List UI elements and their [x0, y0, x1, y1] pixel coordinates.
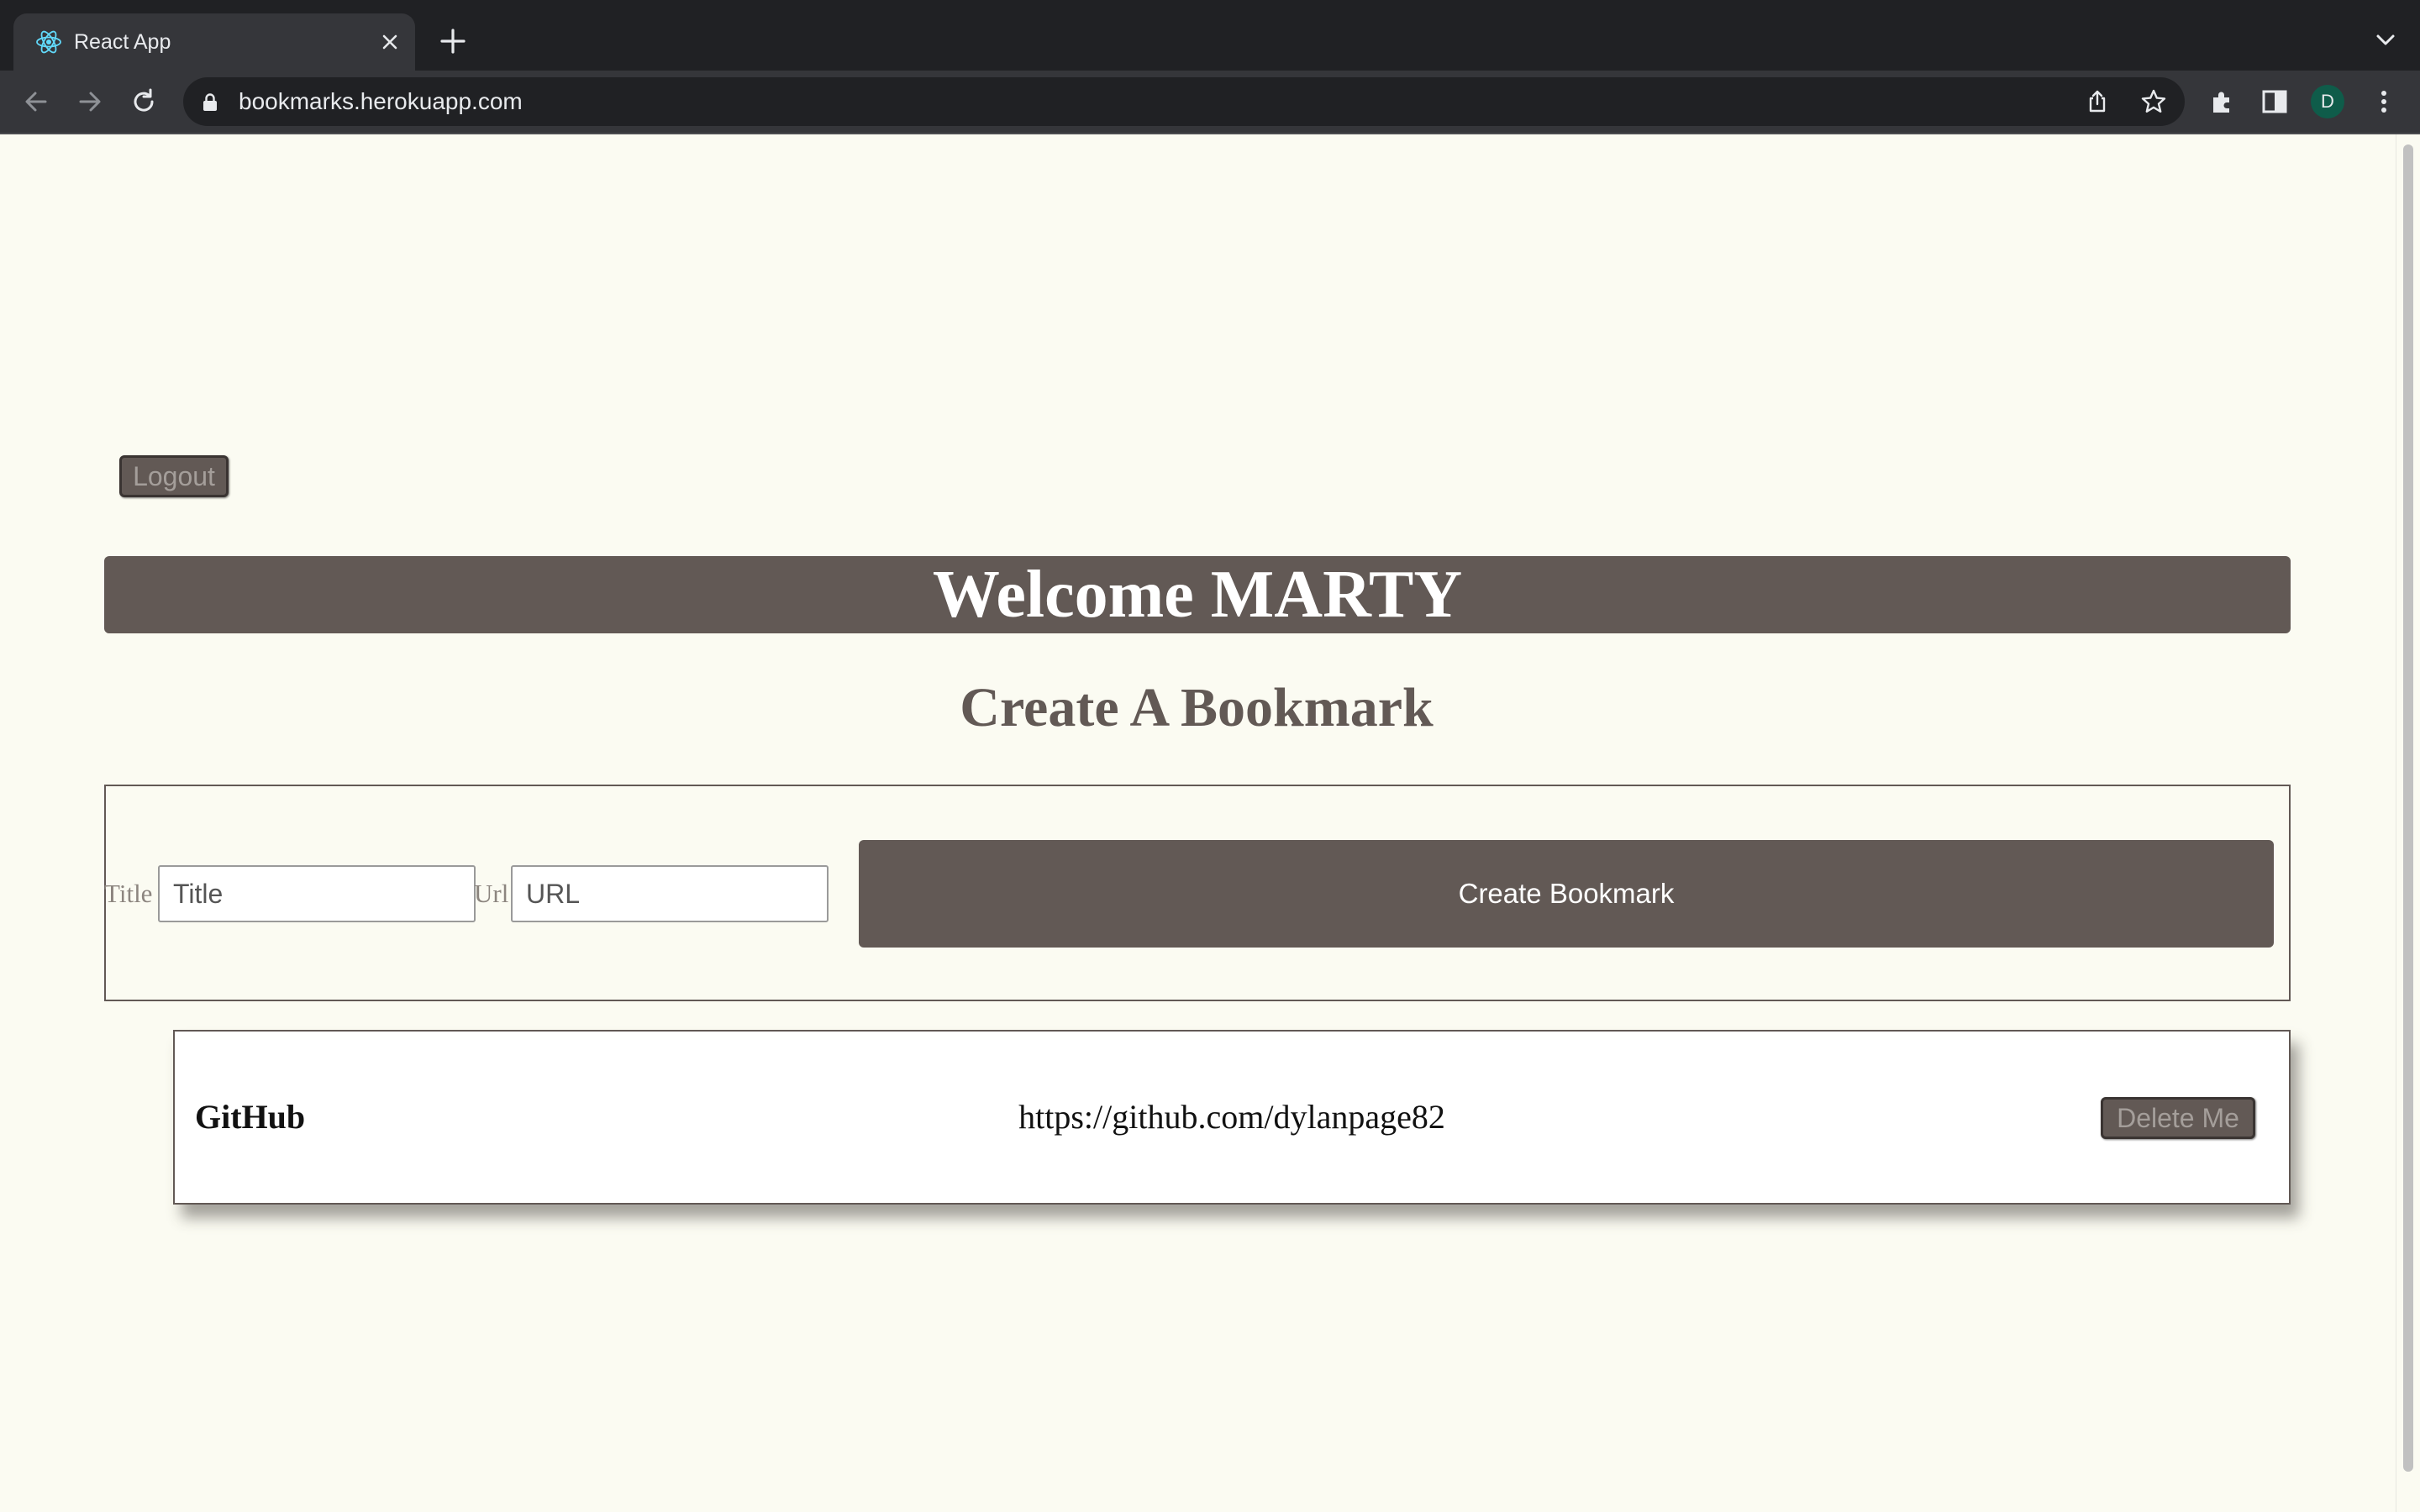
chevron-down-icon[interactable] [2375, 32, 2396, 49]
bookmark-card: https://github.com/dylanpage82 GitHub De… [173, 1030, 2291, 1205]
lock-icon[interactable] [202, 93, 218, 112]
reload-icon[interactable] [128, 86, 160, 118]
create-bookmark-button[interactable]: Create Bookmark [859, 840, 2274, 948]
title-label: Title [104, 879, 153, 908]
browser-tab[interactable]: React App [13, 13, 415, 71]
react-logo-icon [36, 30, 61, 54]
logout-button[interactable]: Logout [119, 455, 229, 497]
url-input[interactable] [511, 865, 829, 922]
title-input[interactable] [158, 865, 476, 922]
new-tab-icon[interactable] [439, 27, 467, 55]
bookmark-title: GitHub [195, 1098, 306, 1136]
browser-toolbar: bookmarks.herokuapp.com D [0, 71, 2420, 134]
extensions-puzzle-icon[interactable] [2207, 86, 2238, 118]
more-menu-icon[interactable] [2368, 86, 2400, 118]
delete-bookmark-button[interactable]: Delete Me [2101, 1097, 2255, 1139]
share-icon[interactable] [2084, 88, 2111, 115]
bookmark-star-icon[interactable] [2139, 87, 2168, 116]
side-panel-icon[interactable] [2259, 86, 2291, 118]
url-label: Url [474, 879, 509, 908]
back-arrow-icon[interactable] [20, 86, 52, 118]
scrollbar-thumb[interactable] [2403, 144, 2413, 1472]
bookmark-url: https://github.com/dylanpage82 [1018, 1098, 1445, 1136]
welcome-banner: Welcome MARTY [104, 556, 2291, 633]
forward-arrow-icon[interactable] [74, 86, 106, 118]
page-scrollbar[interactable] [2396, 134, 2420, 1512]
address-text: bookmarks.herokuapp.com [239, 88, 523, 114]
address-bar[interactable]: bookmarks.herokuapp.com [183, 77, 2185, 126]
tab-title: React App [74, 30, 171, 54]
close-tab-icon[interactable] [378, 30, 402, 54]
browser-tab-strip: React App [0, 0, 2420, 71]
create-bookmark-heading: Create A Bookmark [960, 677, 1434, 738]
profile-avatar[interactable]: D [2311, 85, 2344, 118]
